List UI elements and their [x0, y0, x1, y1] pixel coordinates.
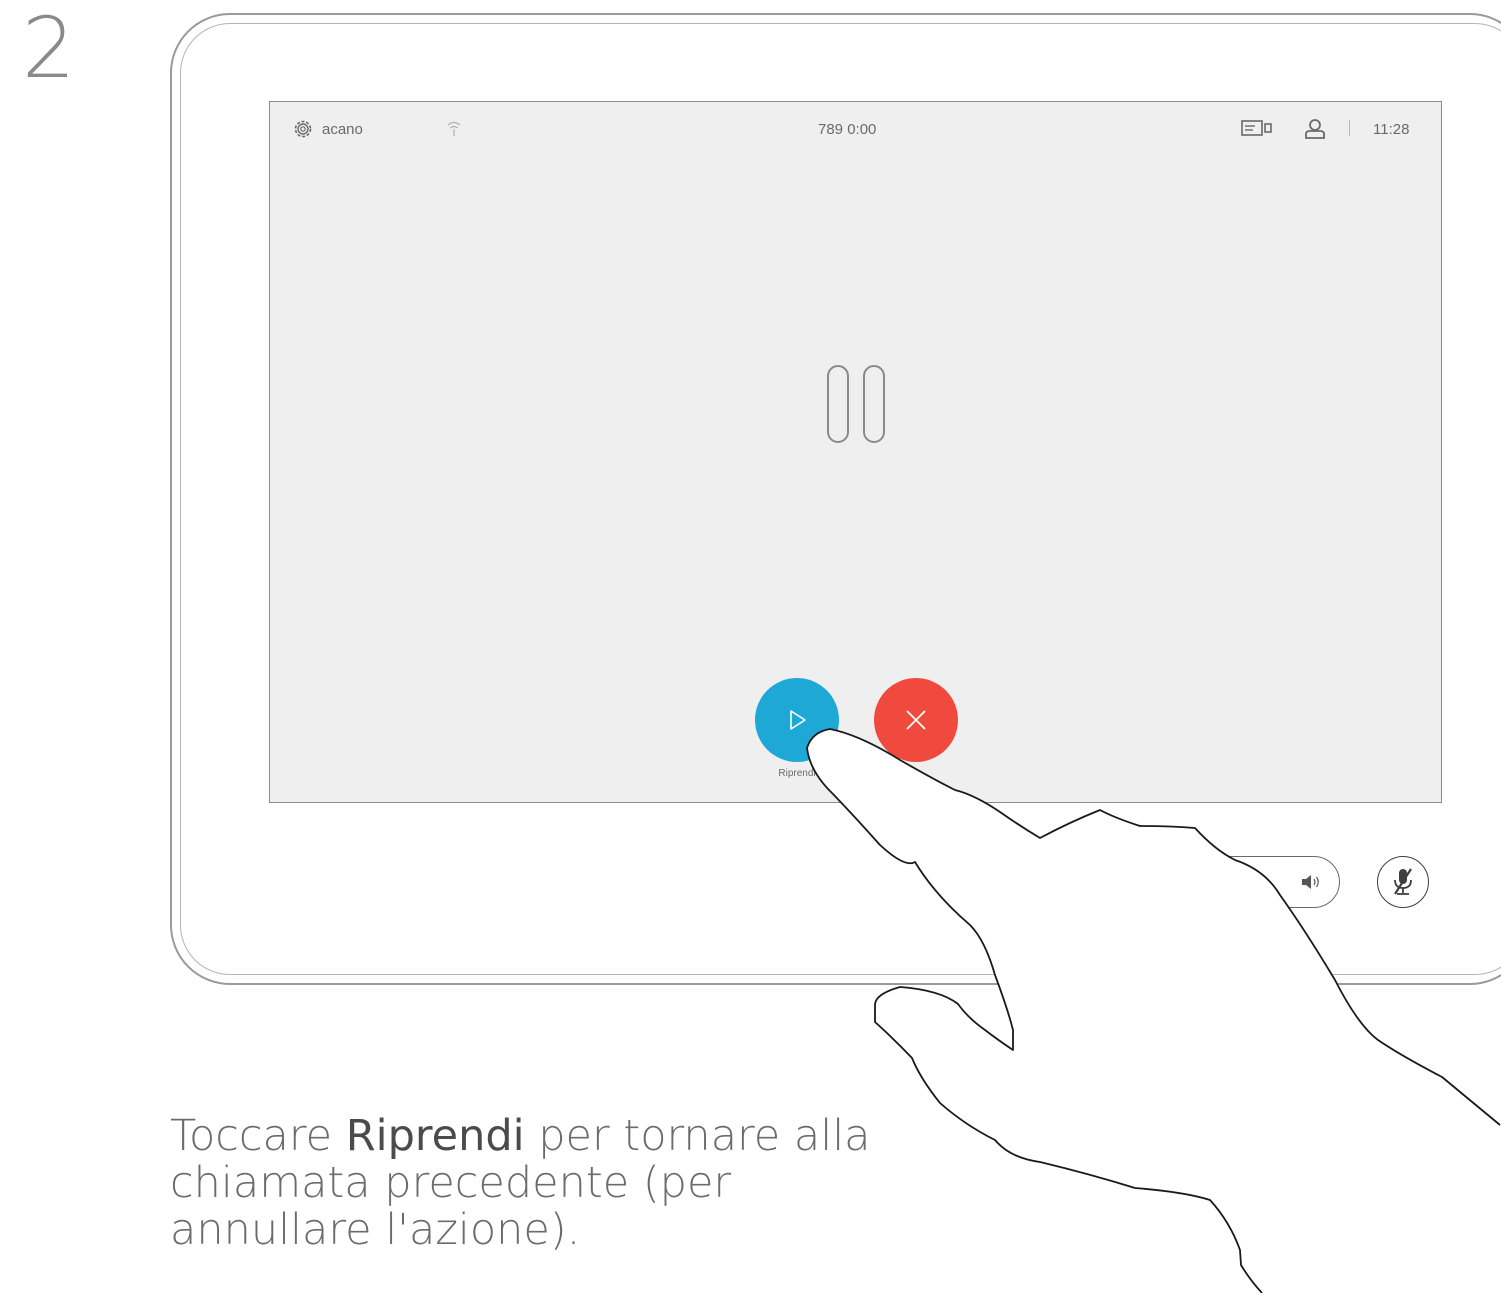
instruction-text: Toccare Riprendi per tornare alla chiama… [170, 1113, 930, 1254]
instruction-highlight: Riprendi [345, 1111, 525, 1161]
pointing-hand-illustration [806, 728, 1501, 1293]
instruction-prefix: Toccare [170, 1111, 346, 1161]
